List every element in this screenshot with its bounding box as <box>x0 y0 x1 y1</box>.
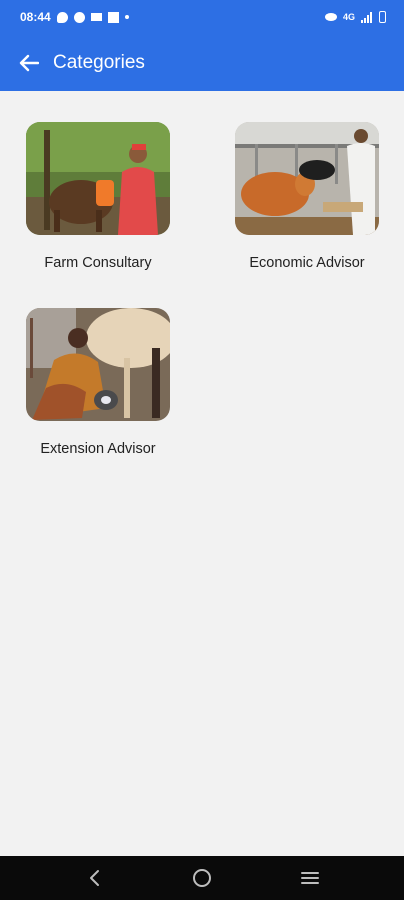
mail-icon <box>90 13 102 21</box>
status-time: 08:44 <box>20 10 51 24</box>
category-image <box>235 122 379 235</box>
nav-home-button[interactable] <box>182 858 222 898</box>
nav-back-button[interactable] <box>74 858 114 898</box>
app-notification-icon <box>73 11 85 23</box>
category-image <box>26 122 170 235</box>
category-label: Farm Consultary <box>44 255 152 271</box>
app-bar: 08:44 4G Categories <box>0 0 404 91</box>
home-circle-icon <box>193 869 211 887</box>
network-type: 4G <box>342 12 355 22</box>
arrow-left-icon <box>19 54 39 71</box>
square-notification-icon <box>107 11 119 23</box>
category-card-extension-advisor[interactable]: Extension Advisor <box>13 308 183 457</box>
chevron-left-icon <box>90 870 99 886</box>
status-bar: 08:44 4G <box>0 0 404 34</box>
message-icon <box>56 11 68 23</box>
signal-icon <box>361 11 372 23</box>
menu-lines-icon <box>301 872 319 884</box>
eye-icon <box>324 13 337 21</box>
category-card-farm-consultary[interactable]: Farm Consultary <box>13 122 183 271</box>
more-notifications-dot-icon <box>124 15 129 19</box>
category-card-economic-advisor[interactable]: Economic Advisor <box>222 122 392 271</box>
category-label: Extension Advisor <box>40 441 156 457</box>
title-bar: Categories <box>0 34 404 91</box>
back-button[interactable] <box>1 34 57 91</box>
battery-icon <box>379 11 386 23</box>
system-navigation-bar <box>0 856 404 900</box>
category-label: Economic Advisor <box>249 255 365 271</box>
category-image <box>26 308 170 421</box>
nav-recents-button[interactable] <box>290 858 330 898</box>
page-title: Categories <box>53 51 145 73</box>
